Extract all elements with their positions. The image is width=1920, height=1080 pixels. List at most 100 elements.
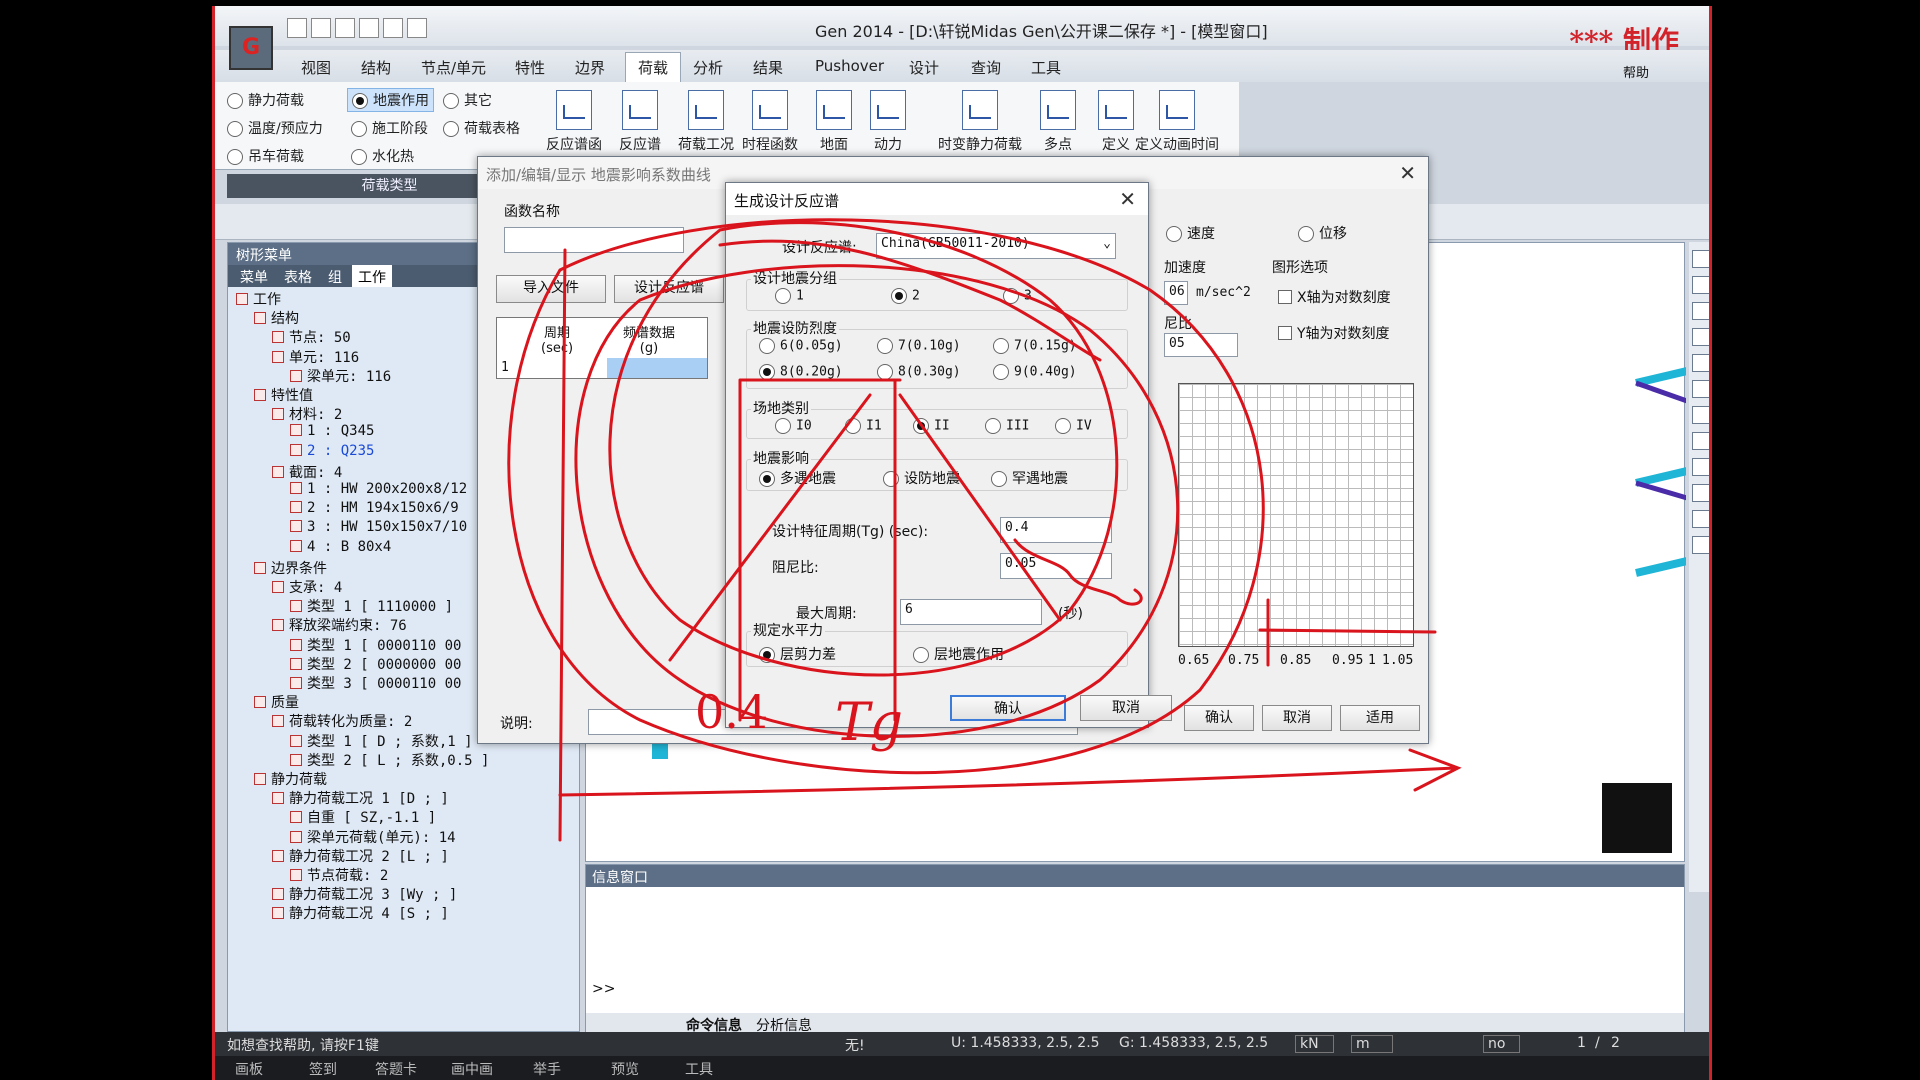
tree-node[interactable]: 静力荷载工况 2 [L ; ] bbox=[272, 846, 449, 866]
tree-node[interactable]: 梁单元荷载(单元): 14 bbox=[290, 827, 456, 847]
intensity-9-040[interactable]: 9(0.40g) bbox=[993, 364, 1077, 380]
render-icon[interactable] bbox=[1692, 432, 1709, 450]
tree-node[interactable]: 3 : HW 150x150x7/10 bbox=[290, 519, 467, 535]
intensity-8-020[interactable]: 8(0.20g) bbox=[759, 364, 843, 380]
tree-node[interactable]: 节点荷载: 2 bbox=[290, 865, 388, 885]
tree-node[interactable]: 节点: 50 bbox=[272, 327, 351, 347]
apply-button[interactable]: 适用 bbox=[1340, 705, 1420, 731]
define-animation-button[interactable]: 定义动画时间 bbox=[1125, 90, 1229, 154]
tree-tab-group[interactable]: 组 bbox=[322, 265, 348, 287]
tree-node[interactable]: 工作 bbox=[236, 289, 281, 309]
tab-view[interactable]: 视图 bbox=[301, 57, 331, 78]
tree-tab-menu[interactable]: 菜单 bbox=[234, 265, 274, 287]
open-folder-icon[interactable] bbox=[335, 18, 355, 38]
taskbar-drawing-board[interactable]: 画板 bbox=[235, 1059, 263, 1079]
tree-node[interactable]: 结构 bbox=[254, 308, 299, 328]
spectrum-table[interactable]: 周期 (sec) 频谱数据 (g) 1 bbox=[496, 317, 708, 379]
tree-node[interactable]: 材料: 2 bbox=[272, 404, 342, 424]
ground-button[interactable]: 地面 bbox=[803, 90, 865, 154]
tree-node[interactable]: 支承: 4 bbox=[272, 577, 342, 597]
load-type-other[interactable]: 其它 bbox=[443, 90, 492, 110]
group-radio-3[interactable]: 3 bbox=[1003, 288, 1032, 304]
tab-design[interactable]: 设计 bbox=[909, 57, 939, 78]
group-radio-2[interactable]: 2 bbox=[891, 288, 920, 304]
command-prompt[interactable]: >> bbox=[592, 981, 615, 997]
tree-node[interactable]: 截面: 4 bbox=[272, 462, 342, 482]
tree-node[interactable]: 自重 [ SZ,-1.1 ] bbox=[290, 807, 436, 827]
site-I0[interactable]: I0 bbox=[775, 418, 812, 434]
tab-pushover[interactable]: Pushover bbox=[815, 57, 884, 75]
print-icon[interactable] bbox=[383, 18, 403, 38]
tree-tab-work[interactable]: 工作 bbox=[352, 265, 392, 287]
view-cube-icon[interactable] bbox=[1602, 783, 1672, 853]
pan-icon[interactable] bbox=[1692, 354, 1709, 372]
view-top-icon[interactable] bbox=[1692, 510, 1709, 528]
effect-rare[interactable]: 罕遇地震 bbox=[991, 468, 1068, 488]
intensity-6[interactable]: 6(0.05g) bbox=[759, 338, 843, 354]
load-type-crane[interactable]: 吊车荷载 bbox=[227, 146, 304, 166]
intensity-7-010[interactable]: 7(0.10g) bbox=[877, 338, 961, 354]
dynamic-button[interactable]: 动力 bbox=[857, 90, 919, 154]
damping-ratio-input[interactable]: 0.05 bbox=[1000, 553, 1112, 579]
spectrum-graph[interactable] bbox=[1178, 383, 1414, 647]
zoom-out-icon[interactable] bbox=[1692, 328, 1709, 346]
group-radio-1[interactable]: 1 bbox=[775, 288, 804, 304]
tree-node[interactable]: 静力荷载工况 3 [Wy ; ] bbox=[272, 884, 457, 904]
story-seismic-radio[interactable]: 层地震作用 bbox=[913, 644, 1004, 664]
load-type-table[interactable]: 荷载表格 bbox=[443, 118, 520, 138]
tree-node[interactable]: 类型 2 [ L ; 系数,0.5 ] bbox=[290, 750, 489, 770]
site-III[interactable]: III bbox=[985, 418, 1029, 434]
site-II[interactable]: II bbox=[913, 418, 950, 434]
tab-node-element[interactable]: 节点/单元 bbox=[421, 57, 486, 78]
tree-tab-table[interactable]: 表格 bbox=[278, 265, 318, 287]
tree-node[interactable]: 2 : Q235 bbox=[290, 443, 374, 459]
load-type-static[interactable]: 静力荷载 bbox=[227, 90, 304, 110]
tab-load[interactable]: 荷载 bbox=[625, 52, 682, 82]
site-IV[interactable]: IV bbox=[1055, 418, 1092, 434]
taskbar-pip[interactable]: 画中画 bbox=[451, 1059, 493, 1079]
damping-input-partial[interactable]: 05 bbox=[1164, 333, 1238, 357]
tree-node[interactable]: 释放梁端约束: 76 bbox=[272, 615, 407, 635]
load-type-construction[interactable]: 施工阶段 bbox=[351, 118, 428, 138]
max-period-input[interactable]: 6 bbox=[900, 599, 1042, 625]
load-type-seismic[interactable]: 地震作用 bbox=[347, 88, 434, 112]
tab-structure[interactable]: 结构 bbox=[361, 57, 391, 78]
tab-query[interactable]: 查询 bbox=[971, 57, 1001, 78]
tree-node[interactable]: 梁单元: 116 bbox=[290, 366, 391, 386]
save-icon[interactable] bbox=[359, 18, 379, 38]
taskbar-preview[interactable]: 预览 bbox=[611, 1059, 639, 1079]
tab-tools[interactable]: 工具 bbox=[1031, 57, 1061, 78]
tab-analysis[interactable]: 分析 bbox=[693, 57, 723, 78]
taskbar-raise-hand[interactable]: 举手 bbox=[533, 1059, 561, 1079]
close-icon[interactable]: ✕ bbox=[1399, 161, 1416, 185]
tree-node[interactable]: 1 : HW 200x200x8/12 bbox=[290, 481, 467, 497]
tree-node[interactable]: 质量 bbox=[254, 692, 299, 712]
tree-node[interactable]: 类型 3 [ 0000110 00 bbox=[290, 673, 461, 693]
intensity-7-015[interactable]: 7(0.15g) bbox=[993, 338, 1077, 354]
taskbar-tools[interactable]: 工具 bbox=[685, 1059, 713, 1079]
acceleration-input[interactable]: 06 bbox=[1164, 281, 1188, 305]
spectrum-code-select[interactable]: China(GB50011-2010) ⌄ bbox=[876, 233, 1116, 259]
table-cell-selected[interactable] bbox=[607, 358, 707, 378]
tree-node[interactable]: 单元: 116 bbox=[272, 347, 359, 367]
story-shear-diff-radio[interactable]: 层剪力差 bbox=[759, 644, 836, 664]
effect-frequent[interactable]: 多遇地震 bbox=[759, 468, 836, 488]
tree-node[interactable]: 1 : Q345 bbox=[290, 423, 374, 439]
new-file-icon[interactable] bbox=[287, 18, 307, 38]
intensity-8-030[interactable]: 8(0.30g) bbox=[877, 364, 961, 380]
displacement-radio[interactable]: 位移 bbox=[1298, 223, 1347, 243]
tab-boundary[interactable]: 边界 bbox=[575, 57, 605, 78]
x-log-checkbox[interactable]: X轴为对数刻度 bbox=[1278, 287, 1391, 307]
tree-node[interactable]: 类型 1 [ 0000110 00 bbox=[290, 635, 461, 655]
taskbar-answer-card[interactable]: 答题卡 bbox=[375, 1059, 417, 1079]
open-file-icon[interactable] bbox=[311, 18, 331, 38]
view-front-icon[interactable] bbox=[1692, 484, 1709, 502]
function-name-input[interactable] bbox=[504, 227, 684, 253]
import-file-button[interactable]: 导入文件 bbox=[496, 275, 606, 303]
app-logo[interactable]: G bbox=[229, 26, 273, 70]
tree-node[interactable]: 特性值 bbox=[254, 385, 313, 405]
ok-button[interactable]: 确认 bbox=[1184, 705, 1254, 731]
time-static-load-button[interactable]: 时变静力荷载 bbox=[925, 90, 1035, 154]
tree-node[interactable]: 荷载转化为质量: 2 bbox=[272, 711, 412, 731]
response-spectrum-button[interactable]: 反应谱 bbox=[609, 90, 671, 154]
